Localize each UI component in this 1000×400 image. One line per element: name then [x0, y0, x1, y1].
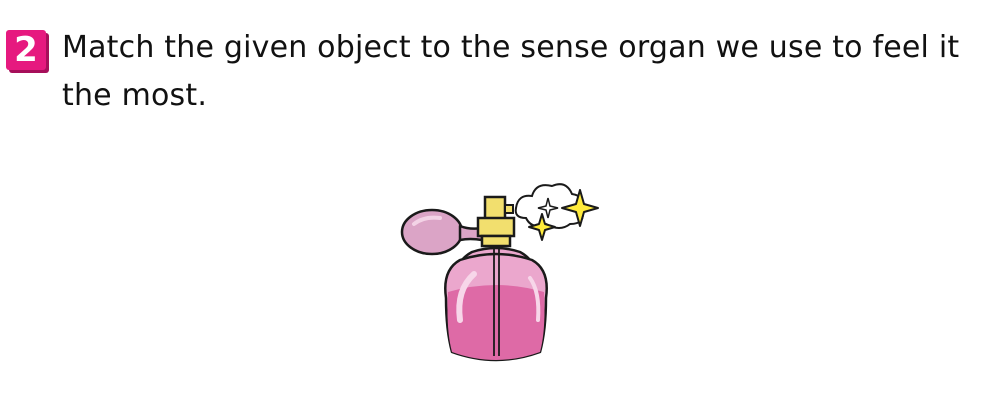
worksheet-page: 2 Match the given object to the sense or… [0, 0, 1000, 400]
question-text: Match the given object to the sense orga… [62, 30, 960, 113]
question-number-badge: 2 [6, 30, 46, 70]
bottle-body-icon [444, 246, 548, 362]
atomizer-bulb-icon [400, 208, 484, 256]
bottle-cap-icon [476, 195, 516, 248]
perfume-bottle-illustration [400, 183, 599, 362]
